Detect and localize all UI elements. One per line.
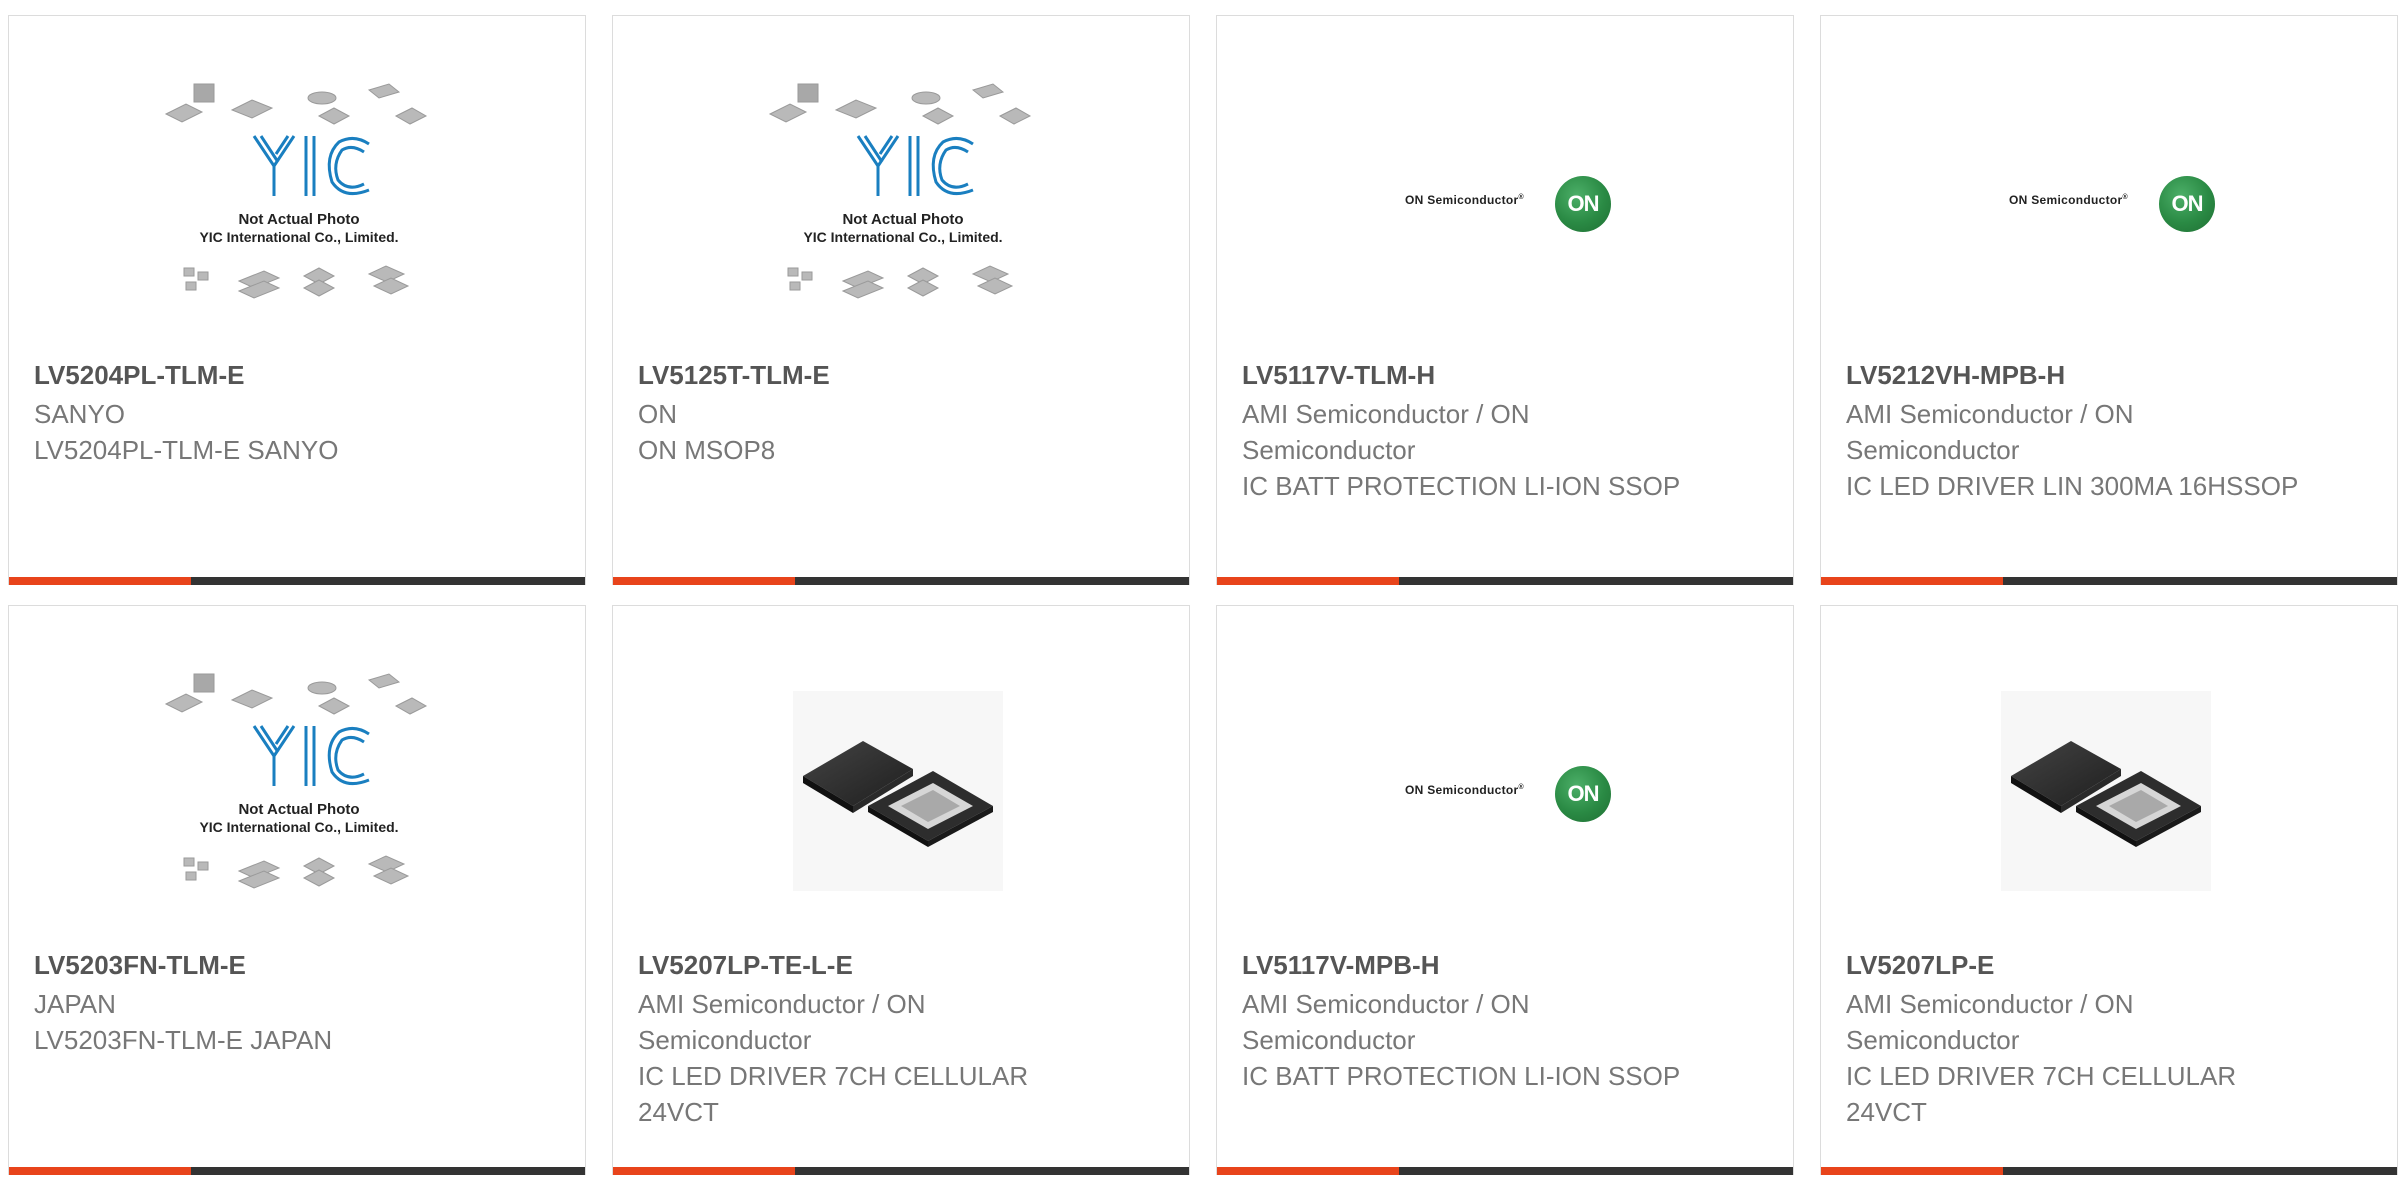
yic-caption-line2: YIC International Co., Limited. (199, 229, 398, 245)
card-bottom-bar (1821, 577, 2397, 585)
product-info: AMI Semiconductor / ON Semiconductor IC … (1846, 396, 2306, 504)
yic-caption-line1: Not Actual Photo (238, 801, 359, 818)
product-description: IC LED DRIVER LIN 300MA 16HSSOP (1846, 471, 2299, 501)
yic-caption-line1: Not Actual Photo (842, 211, 963, 228)
product-manufacturer: ON (638, 399, 677, 429)
product-part-number[interactable]: LV5117V-MPB-H (1242, 950, 1439, 981)
yic-caption-line2: YIC International Co., Limited. (803, 229, 1002, 245)
card-accent-bar (1821, 577, 2003, 585)
product-manufacturer: AMI Semiconductor / ON Semiconductor (1242, 399, 1530, 465)
product-part-number[interactable]: LV5117V-TLM-H (1242, 360, 1435, 391)
card-accent-bar (1821, 1167, 2003, 1175)
on-semiconductor-logo: ON Semiconductor® ON (1821, 76, 2397, 366)
product-card[interactable]: ON Semiconductor® ON LV5212VH-MPB-H AMI … (1820, 15, 2398, 585)
product-part-number[interactable]: LV5207LP-E (1846, 950, 1994, 981)
product-part-number[interactable]: LV5204PL-TLM-E (34, 360, 244, 391)
on-semiconductor-logo: ON Semiconductor® ON (1217, 666, 1793, 956)
product-manufacturer: JAPAN (34, 989, 116, 1019)
card-accent-bar (1217, 1167, 1399, 1175)
yic-placeholder-image: Not Actual Photo YIC International Co., … (9, 76, 585, 366)
card-bottom-bar (9, 577, 585, 585)
product-part-number[interactable]: LV5212VH-MPB-H (1846, 360, 2065, 391)
product-description: ON MSOP8 (638, 435, 776, 465)
product-card[interactable]: LV5207LP-TE-L-E AMI Semiconductor / ON S… (612, 605, 1190, 1175)
product-card[interactable]: Not Actual Photo YIC International Co., … (612, 15, 1190, 585)
on-semiconductor-wordmark: ON Semiconductor® (1405, 193, 1524, 207)
card-accent-bar (613, 1167, 795, 1175)
on-semiconductor-wordmark: ON Semiconductor® (2009, 193, 2128, 207)
qfn-chip-photo (613, 666, 1189, 956)
card-accent-bar (1217, 577, 1399, 585)
product-info: AMI Semiconductor / ON Semiconductor IC … (1242, 986, 1702, 1094)
card-accent-bar (9, 577, 191, 585)
product-description: IC BATT PROTECTION LI-ION SSOP (1242, 1061, 1681, 1091)
product-manufacturer: AMI Semiconductor / ON Semiconductor (1846, 399, 2134, 465)
on-semiconductor-wordmark: ON Semiconductor® (1405, 783, 1524, 797)
product-info: JAPAN LV5203FN-TLM-E JAPAN (34, 986, 494, 1058)
on-logo-icon: ON (2159, 176, 2215, 232)
product-row: Not Actual Photo YIC International Co., … (8, 605, 2400, 1195)
on-semiconductor-logo: ON Semiconductor® ON (1217, 76, 1793, 366)
card-bottom-bar (9, 1167, 585, 1175)
product-info: ON ON MSOP8 (638, 396, 1098, 468)
yic-caption-line2: YIC International Co., Limited. (199, 819, 398, 835)
yic-placeholder-image: Not Actual Photo YIC International Co., … (613, 76, 1189, 366)
qfn-chip-photo (1821, 666, 2397, 956)
product-info: AMI Semiconductor / ON Semiconductor IC … (1242, 396, 1702, 504)
product-card[interactable]: Not Actual Photo YIC International Co., … (8, 15, 586, 585)
product-part-number[interactable]: LV5203FN-TLM-E (34, 950, 246, 981)
product-card[interactable]: LV5207LP-E AMI Semiconductor / ON Semico… (1820, 605, 2398, 1175)
product-manufacturer: AMI Semiconductor / ON Semiconductor (638, 989, 926, 1055)
card-bottom-bar (613, 1167, 1189, 1175)
product-description: IC LED DRIVER 7CH CELLULAR 24VCT (1846, 1061, 2237, 1127)
card-bottom-bar (1821, 1167, 2397, 1175)
product-manufacturer: SANYO (34, 399, 126, 429)
product-part-number[interactable]: LV5207LP-TE-L-E (638, 950, 853, 981)
card-accent-bar (613, 577, 795, 585)
product-description: IC BATT PROTECTION LI-ION SSOP (1242, 471, 1681, 501)
product-part-number[interactable]: LV5125T-TLM-E (638, 360, 830, 391)
product-description: IC LED DRIVER 7CH CELLULAR 24VCT (638, 1061, 1029, 1127)
yic-placeholder-image: Not Actual Photo YIC International Co., … (9, 666, 585, 956)
product-row: Not Actual Photo YIC International Co., … (8, 15, 2400, 605)
on-logo-icon: ON (1555, 766, 1611, 822)
on-logo-icon: ON (1555, 176, 1611, 232)
yic-caption-line1: Not Actual Photo (238, 211, 359, 228)
product-info: AMI Semiconductor / ON Semiconductor IC … (638, 986, 1098, 1130)
product-manufacturer: AMI Semiconductor / ON Semiconductor (1242, 989, 1530, 1055)
product-card[interactable]: ON Semiconductor® ON LV5117V-TLM-H AMI S… (1216, 15, 1794, 585)
product-manufacturer: AMI Semiconductor / ON Semiconductor (1846, 989, 2134, 1055)
card-bottom-bar (1217, 577, 1793, 585)
product-card[interactable]: Not Actual Photo YIC International Co., … (8, 605, 586, 1175)
product-description: LV5204PL-TLM-E SANYO (34, 435, 339, 465)
product-description: LV5203FN-TLM-E JAPAN (34, 1025, 333, 1055)
card-accent-bar (9, 1167, 191, 1175)
product-info: AMI Semiconductor / ON Semiconductor IC … (1846, 986, 2306, 1130)
card-bottom-bar (1217, 1167, 1793, 1175)
product-info: SANYO LV5204PL-TLM-E SANYO (34, 396, 494, 468)
card-bottom-bar (613, 577, 1189, 585)
product-grid: Not Actual Photo YIC International Co., … (8, 15, 2400, 1195)
product-card[interactable]: ON Semiconductor® ON LV5117V-MPB-H AMI S… (1216, 605, 1794, 1175)
